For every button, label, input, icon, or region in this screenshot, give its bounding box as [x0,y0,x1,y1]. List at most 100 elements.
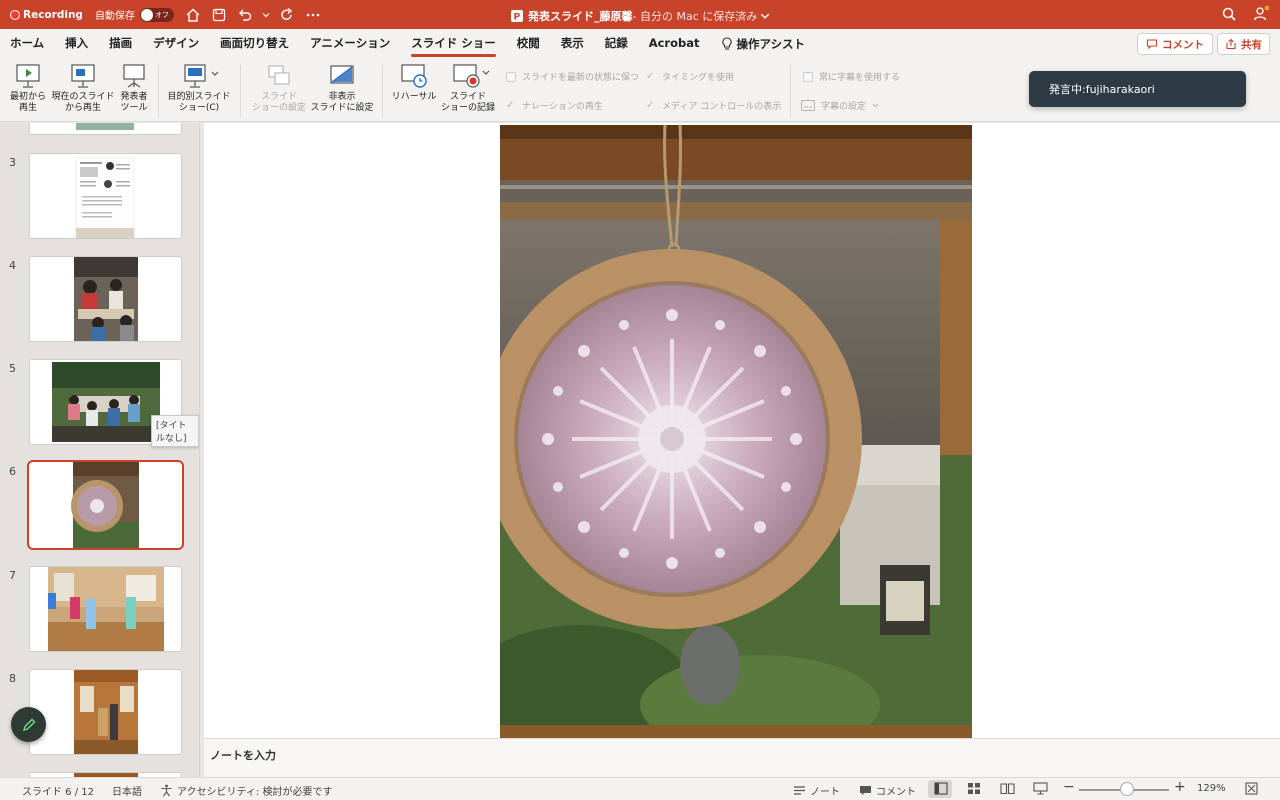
checkmark-icon: ✓ [646,100,655,111]
lightbulb-icon [721,37,732,50]
slide-counter: スライド 6 / 12 [22,787,94,798]
tab-home[interactable]: ホーム [10,29,44,59]
recording-label: Recording [23,8,83,21]
custom-slideshow-button[interactable]: 目的別スライド ショー(C) [164,63,234,114]
tab-tell-me[interactable]: 操作アシスト [721,29,806,59]
fit-to-window-icon [1245,782,1258,795]
slide-number: 7 [9,569,16,582]
rehearse-label: リハーサル [391,92,437,102]
title-bar: Recording 自動保存 オフ P 発表スライド_藤原馨 - 自分の Mac [0,0,1280,29]
tab-transitions[interactable]: 画面切り替え [220,29,289,59]
tab-animations[interactable]: アニメーション [310,29,390,59]
slide-thumbnail-pane[interactable]: 3 4 5 [タイトルなし] 6 7 8 [0,123,200,777]
recording-indicator[interactable]: Recording [10,9,83,21]
speaking-text: 発言中:fujiharakaori [1049,83,1155,96]
notes-pane[interactable]: ノートを入力 [204,738,1280,777]
zoom-slider-knob[interactable] [1120,782,1134,796]
tab-record[interactable]: 記録 [605,29,628,59]
slide-thumbnail-8[interactable] [29,669,182,755]
slideshow-icon [1033,782,1048,795]
keep-updated-label: スライドを最新の状態に保つ [522,73,640,83]
slide-sorter-button[interactable] [967,782,981,795]
tab-draw[interactable]: 描画 [109,29,132,59]
presenter-tools-button[interactable]: 発表者 ツール [116,63,152,114]
slide-editing-area[interactable] [204,123,1280,738]
keep-updated-checkbox[interactable]: スライドを最新の状態に保つ [506,70,639,83]
document-name: 発表スライド_藤原馨 [528,10,633,23]
custom-slideshow-icon [184,64,219,88]
normal-view-icon [934,782,948,795]
notes-toggle[interactable]: ノート [793,783,840,798]
use-timings-label: タイミングを使用 [662,73,735,83]
tell-me-label: 操作アシスト [736,37,806,51]
zoom-in-button[interactable]: + [1174,779,1186,795]
save-icon[interactable] [210,6,228,24]
play-narrations-checkbox[interactable]: ✓ ナレーションの再生 [506,99,603,112]
tab-design[interactable]: デザイン [153,29,199,59]
reading-view-button[interactable] [1000,782,1015,795]
hide-slide-icon [330,65,354,84]
language-indicator[interactable]: 日本語 [112,783,142,798]
tab-slideshow[interactable]: スライド ショー [411,29,496,59]
slide-thumbnail-7[interactable] [29,566,182,652]
more-icon[interactable] [304,6,322,24]
comments-toggle[interactable]: コメント [859,783,916,798]
fit-to-window-button[interactable] [1245,782,1258,795]
comments-button[interactable]: コメント [1137,33,1213,55]
record-dot-icon [10,9,20,20]
document-title[interactable]: P 発表スライド_藤原馨 - 自分の Mac に保存済み [510,8,770,24]
zoom-level[interactable]: 129% [1197,783,1226,794]
slide-thumbnail-2[interactable] [29,123,182,135]
pencil-icon [22,718,35,731]
slide-number: 3 [9,156,16,169]
always-use-subtitles-checkbox[interactable]: 常に字幕を使用する [803,70,900,83]
grid-view-icon [968,783,980,794]
slide-thumbnail-3[interactable] [29,153,182,239]
tab-insert[interactable]: 挿入 [65,29,88,59]
accessibility-status[interactable]: アクセシビリティ: 検討が必要です [160,783,332,798]
slide-photo[interactable] [500,125,972,738]
separator [240,65,241,117]
draw-pen-button[interactable] [11,707,46,742]
autosave-toggle[interactable]: オフ [139,7,174,22]
slide-thumbnail-4[interactable] [29,256,182,342]
normal-view-button[interactable] [934,782,948,795]
zoom-out-button[interactable]: − [1063,779,1075,795]
comment-icon [860,785,871,795]
setup-slideshow-button[interactable]: スライド ショーの設定 [250,63,308,114]
tab-review[interactable]: 校閲 [517,29,540,59]
show-media-controls-checkbox[interactable]: ✓ メディア コントロールの表示 [646,99,781,112]
quick-access-toolbar [184,6,322,24]
use-timings-checkbox[interactable]: ✓ タイミングを使用 [646,70,734,83]
play-from-current-button[interactable]: 現在のスライド から再生 [51,63,115,114]
ribbon-tabs: ホーム 挿入 描画 デザイン 画面切り替え アニメーション スライド ショー 校… [0,29,1280,59]
separator [790,65,791,117]
account-icon[interactable] [1252,5,1270,23]
hide-slide-button[interactable]: 非表示 スライドに設定 [310,63,374,114]
chevron-down-icon [872,103,879,108]
slide-thumbnail-6[interactable] [27,460,184,550]
tab-acrobat[interactable]: Acrobat [649,29,700,59]
checkmark-icon: ✓ [506,100,515,111]
chevron-down-icon[interactable] [262,6,270,24]
record-slideshow-icon [453,64,490,88]
slide-number: 4 [9,259,16,272]
home-icon[interactable] [184,6,202,24]
undo-icon[interactable] [236,6,254,24]
checkmark-icon: ✓ [646,71,655,82]
chevron-down-icon [760,13,770,19]
notes-label: ノート [810,787,840,798]
redo-icon[interactable] [278,6,296,24]
subtitles-icon [801,100,815,111]
tab-view[interactable]: 表示 [561,29,584,59]
current-slide-6[interactable] [500,125,972,738]
comment-icon [1146,39,1158,50]
play-from-start-button[interactable]: 最初から 再生 [6,63,50,114]
rehearse-timings-button[interactable]: リハーサル [390,63,438,103]
share-button[interactable]: 共有 [1217,33,1270,55]
slideshow-view-button[interactable] [1033,782,1048,795]
separator [382,65,383,117]
subtitle-settings-button[interactable]: 字幕の設定 [801,99,879,112]
record-slideshow-button[interactable]: スライド ショーの記録 [440,63,496,114]
search-icon[interactable] [1220,5,1238,23]
